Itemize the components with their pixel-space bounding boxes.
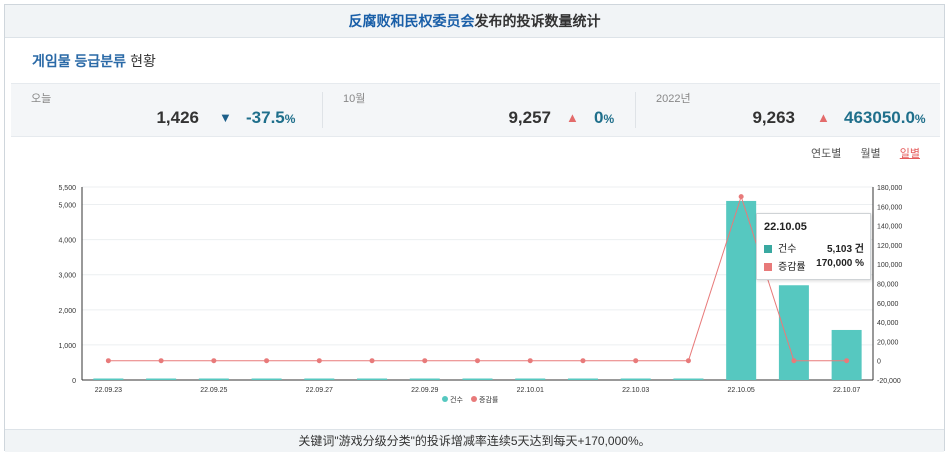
bar: [462, 378, 493, 380]
line-point: [791, 358, 797, 364]
bar: [93, 378, 124, 380]
y-right-tick-label: 60,000: [877, 301, 899, 308]
tooltip-row-count: 건수 5,103 건: [764, 240, 864, 255]
y-right-tick-label: 120,000: [877, 243, 902, 250]
bar: [778, 285, 809, 380]
bar: [620, 378, 651, 380]
line-point: [633, 358, 639, 364]
line-point: [527, 358, 533, 364]
line-point: [580, 358, 586, 364]
line-point: [105, 358, 111, 364]
bar: [251, 378, 282, 380]
bar: [567, 378, 598, 380]
x-tick-label: 22.10.07: [833, 387, 860, 394]
y-right-tick-label: 180,000: [877, 185, 902, 192]
y-left-tick-label: 5,000: [58, 203, 76, 210]
x-tick-label: 22.10.01: [517, 387, 544, 394]
tooltip-count-label: 건수: [778, 244, 797, 255]
legend-swatch-icon: [764, 245, 772, 253]
legend-label: 건수: [450, 395, 463, 404]
y-left-tick-label: 3,000: [58, 273, 76, 280]
y-right-tick-label: 40,000: [877, 320, 899, 327]
bar: [515, 378, 546, 380]
line-point: [844, 358, 850, 364]
line-point: [264, 358, 270, 364]
tooltip-count-value: 5,103 건: [826, 244, 864, 255]
y-right-tick-label: 100,000: [877, 262, 902, 269]
y-left-tick-label: 2,000: [58, 308, 76, 315]
y-left-tick-label: 1,000: [58, 343, 76, 350]
y-right-tick-label: -20,000: [877, 378, 901, 385]
y-left-tick-label: 4,000: [58, 238, 76, 245]
footer-note: 关键词"游戏分级分类"的投诉增减率连续5天达到每天+170,000%。: [5, 429, 944, 452]
line-point: [369, 358, 375, 364]
x-tick-label: 22.09.27: [306, 387, 333, 394]
line-point: [158, 358, 164, 364]
chart-tooltip: 22.10.05 건수 5,103 건 증감률 170,000 %: [756, 213, 871, 280]
bar: [198, 378, 229, 380]
y-right-tick-label: 20,000: [877, 339, 899, 346]
legend-marker-icon: [471, 396, 477, 402]
bar: [357, 378, 388, 380]
tooltip-row-rate: 증감률 170,000 %: [764, 258, 864, 273]
line-point: [685, 358, 691, 364]
bar: [673, 378, 704, 380]
tooltip-rate-label: 증감률: [778, 262, 806, 273]
x-tick-label: 22.09.25: [200, 387, 227, 394]
y-right-tick-label: 0: [877, 359, 881, 366]
x-tick-label: 22.09.29: [411, 387, 438, 394]
y-right-tick-label: 160,000: [877, 204, 902, 211]
legend-label: 증감률: [479, 396, 499, 404]
bar: [409, 378, 440, 380]
x-tick-label: 22.09.23: [95, 387, 122, 394]
widget-frame: 反腐败和民权委员会发布的投诉数量统计 게임물 등급분류 현황 오늘 1,426 ▼…: [4, 4, 945, 452]
tooltip-rate-value: 170,000 %: [816, 258, 864, 269]
tooltip-date: 22.10.05: [764, 221, 807, 233]
bar: [146, 378, 177, 380]
bar: [831, 329, 862, 380]
y-right-tick-label: 80,000: [877, 282, 899, 289]
y-right-tick-label: 140,000: [877, 224, 902, 231]
x-tick-label: 22.10.05: [728, 387, 755, 394]
line-point: [422, 358, 428, 364]
line-point: [475, 358, 480, 364]
y-left-tick-label: 5,500: [58, 185, 76, 192]
bar: [304, 378, 335, 380]
line-point: [211, 358, 217, 364]
legend-marker-icon: [442, 396, 448, 402]
y-left-tick-label: 0: [72, 378, 76, 385]
x-tick-label: 22.10.03: [622, 387, 649, 394]
legend-swatch-icon: [764, 263, 772, 271]
line-point: [738, 194, 744, 200]
line-point: [316, 358, 322, 364]
